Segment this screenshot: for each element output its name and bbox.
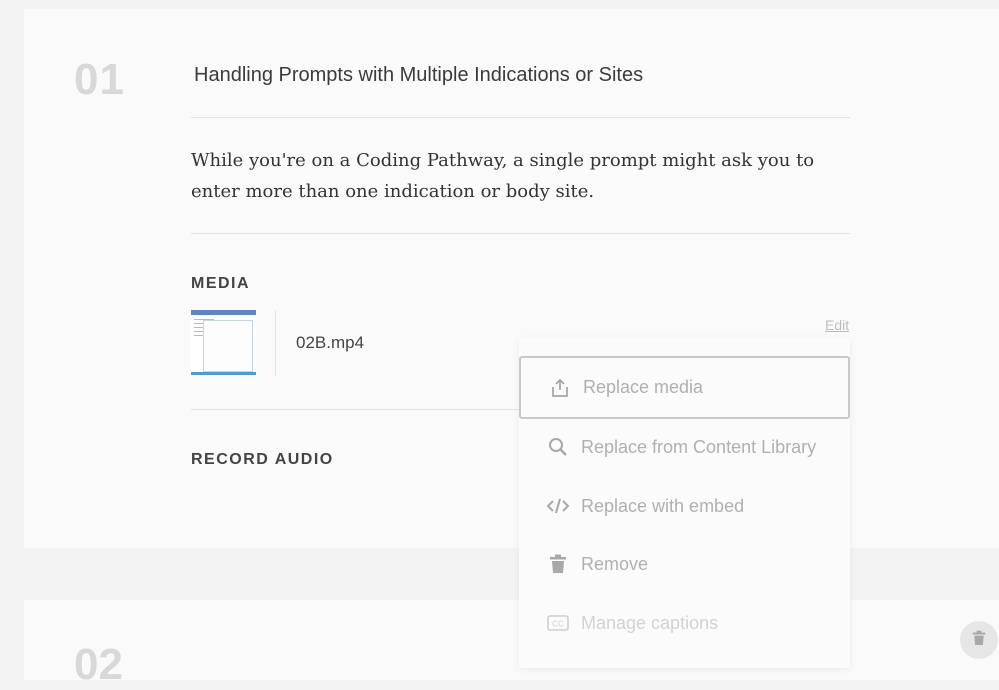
thumbnail-header-bar <box>191 310 256 315</box>
media-thumbnail[interactable] <box>191 310 256 375</box>
divider <box>191 117 850 118</box>
record-audio-label[interactable]: RECORD AUDIO <box>191 451 334 469</box>
media-section-label: MEDIA <box>191 275 251 292</box>
replace-media-item[interactable]: Replace media <box>519 356 850 419</box>
lesson-card <box>24 9 999 548</box>
svg-text:CC: CC <box>552 620 564 629</box>
delete-lesson-button[interactable] <box>960 621 998 659</box>
code-icon <box>547 495 569 517</box>
next-lesson-card <box>24 600 999 680</box>
trash-icon <box>972 630 986 651</box>
lesson-title[interactable]: Handling Prompts with Multiple Indicatio… <box>194 64 643 87</box>
divider <box>191 409 521 410</box>
media-options-menu: Replace media Replace from Content Libra… <box>519 338 850 668</box>
media-file-name: 02B.mp4 <box>296 333 365 352</box>
remove-label: Remove <box>581 553 649 574</box>
thumbnail-pane <box>203 320 253 372</box>
remove-item[interactable]: Remove <box>519 534 850 594</box>
divider <box>191 233 850 234</box>
replace-media-label: Replace media <box>583 377 704 397</box>
next-step-number: 02 <box>74 640 123 689</box>
manage-captions-label: Manage captions <box>581 612 719 633</box>
trash-icon <box>547 553 569 575</box>
step-number: 01 <box>74 55 125 104</box>
manage-captions-item[interactable]: CC Manage captions <box>519 593 850 653</box>
replace-with-embed-item[interactable]: Replace with embed <box>519 476 850 536</box>
lesson-body-text[interactable]: While you're on a Coding Pathway, a sing… <box>191 145 831 207</box>
share-upload-icon <box>549 377 571 399</box>
closed-captions-icon: CC <box>547 612 569 634</box>
vertical-divider <box>275 310 276 376</box>
edit-media-link[interactable]: Edit <box>825 317 849 333</box>
replace-from-library-item[interactable]: Replace from Content Library <box>519 417 850 477</box>
replace-from-library-label: Replace from Content Library <box>581 436 817 457</box>
thumbnail-footer-bar <box>191 372 256 375</box>
search-icon <box>547 436 569 458</box>
replace-with-embed-label: Replace with embed <box>581 495 745 516</box>
